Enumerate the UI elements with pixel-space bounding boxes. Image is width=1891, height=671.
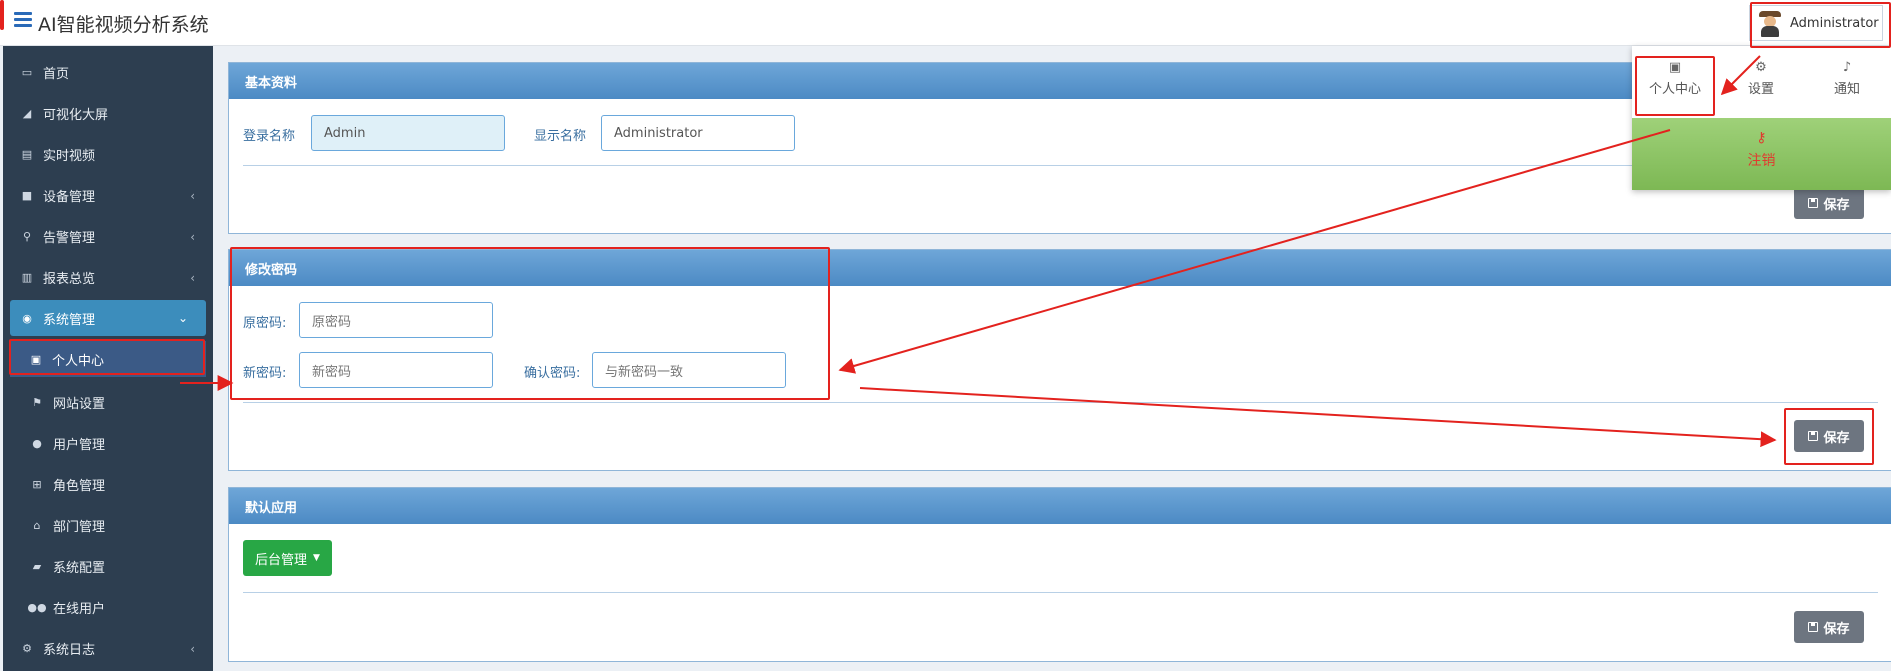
save-basic-button[interactable]: 保存 bbox=[1794, 187, 1864, 219]
chevron-down-icon: ⌄ bbox=[177, 311, 188, 325]
bar-chart-icon: ▥ bbox=[21, 271, 33, 284]
film-icon: ▤ bbox=[21, 148, 33, 161]
floppy-icon bbox=[1808, 431, 1819, 441]
panel-title: 默认应用 bbox=[229, 488, 1891, 524]
flag-icon: ⚑ bbox=[32, 396, 42, 409]
chevron-left-icon: ‹ bbox=[190, 188, 195, 203]
login-name-field[interactable]: Admin bbox=[311, 115, 505, 151]
default-app-dropdown[interactable]: 后台管理 ▼ bbox=[243, 540, 332, 576]
old-password-field[interactable]: 原密码 bbox=[299, 302, 493, 338]
divider bbox=[243, 402, 1878, 403]
sidebar-item-live-video[interactable]: ▤ 实时视频 bbox=[3, 134, 213, 175]
institution-icon: ⌂ bbox=[33, 519, 41, 532]
confirm-password-field[interactable]: 与新密码一致 bbox=[592, 352, 786, 388]
change-password-panel: 修改密码 原密码: 原密码 新密码: 新密码 确认密码: 与新密码一致 保存 bbox=[228, 249, 1891, 471]
gear-icon: ⚙ bbox=[1755, 60, 1767, 75]
panel-title: 修改密码 bbox=[229, 250, 1891, 286]
app-title: AI智能视频分析系统 bbox=[38, 14, 209, 36]
new-password-label: 新密码: bbox=[243, 366, 287, 381]
sidebar-item-online-users[interactable]: ●● 在线用户 bbox=[3, 587, 213, 628]
dropdown-notify[interactable]: ♪ 通知 bbox=[1804, 60, 1890, 100]
sidebar-item-home[interactable]: ▭ 首页 bbox=[3, 52, 213, 93]
top-navbar: AI智能视频分析系统 Administrator bbox=[0, 0, 1891, 46]
default-app-panel: 默认应用 后台管理 ▼ 保存 bbox=[228, 487, 1891, 662]
sidebar-item-config[interactable]: ▰ 系统配置 bbox=[3, 546, 213, 587]
sidebar-item-alarm[interactable]: ⚲ 告警管理 ‹ bbox=[3, 216, 213, 257]
monitor-icon: ▭ bbox=[21, 66, 33, 79]
dropdown-profile[interactable]: ▣ 个人中心 bbox=[1632, 60, 1718, 100]
user-icon: ● bbox=[32, 437, 42, 450]
sidebar-item-departments[interactable]: ⌂ 部门管理 bbox=[3, 505, 213, 546]
chevron-left-icon: ‹ bbox=[190, 270, 195, 285]
sidebar-item-roles[interactable]: ⊞ 角色管理 bbox=[3, 464, 213, 505]
logout-button[interactable]: ⚷ 注销 bbox=[1632, 118, 1891, 190]
area-chart-icon: ◢ bbox=[22, 107, 32, 120]
old-password-label: 原密码: bbox=[243, 316, 287, 331]
avatar bbox=[1758, 9, 1782, 37]
chevron-left-icon: ‹ bbox=[190, 229, 195, 244]
new-password-field[interactable]: 新密码 bbox=[299, 352, 493, 388]
users-icon: ●● bbox=[27, 601, 47, 614]
sidebar-item-site-settings[interactable]: ⚑ 网站设置 bbox=[3, 382, 213, 423]
user-menu-button[interactable]: Administrator bbox=[1749, 5, 1883, 41]
hamburger-menu-icon[interactable] bbox=[14, 12, 32, 28]
sidebar-item-logs[interactable]: ⚙ 系统日志 ‹ bbox=[3, 628, 213, 669]
sidebar-item-dashboard[interactable]: ◢ 可视化大屏 bbox=[3, 93, 213, 134]
user-dropdown-menu: ▣ 个人中心 ⚙ 设置 ♪ 通知 ⚷ 注销 bbox=[1632, 46, 1891, 190]
video-camera-icon: ■ bbox=[21, 189, 33, 202]
sidebar-item-system[interactable]: ◉ 系统管理 ⌄ bbox=[10, 300, 206, 336]
briefcase-icon: ▣ bbox=[1668, 60, 1682, 75]
sidebar-item-report[interactable]: ▥ 报表总览 ‹ bbox=[3, 257, 213, 298]
cogs-icon: ⚙ bbox=[22, 642, 32, 655]
user-name: Administrator bbox=[1790, 15, 1879, 31]
login-name-label: 登录名称 bbox=[243, 129, 296, 144]
sidebar-item-profile[interactable]: ▣ 个人中心 bbox=[10, 341, 206, 377]
caret-down-icon: ▼ bbox=[313, 553, 320, 563]
sitemap-icon: ⊞ bbox=[32, 478, 42, 491]
sidebar-item-device[interactable]: ■ 设备管理 ‹ bbox=[3, 175, 213, 216]
sidebar: ▭ 首页 ◢ 可视化大屏 ▤ 实时视频 ■ 设备管理 ‹ ⚲ 告警管理 ‹ ▥ 报表总览 ‹ ◉ 系… bbox=[3, 46, 213, 671]
user-circle-icon: ◉ bbox=[22, 311, 32, 325]
display-name-label: 显示名称 bbox=[534, 129, 587, 144]
key-icon: ⚷ bbox=[1756, 130, 1767, 146]
search-icon: ⚲ bbox=[22, 230, 32, 243]
chevron-left-icon: ‹ bbox=[190, 641, 195, 656]
divider bbox=[243, 592, 1878, 593]
briefcase-icon: ▣ bbox=[30, 352, 42, 366]
dropdown-settings[interactable]: ⚙ 设置 bbox=[1718, 60, 1804, 100]
confirm-password-label: 确认密码: bbox=[524, 366, 581, 381]
floppy-icon bbox=[1808, 622, 1819, 632]
save-password-button[interactable]: 保存 bbox=[1794, 420, 1864, 452]
book-icon: ▰ bbox=[32, 560, 42, 573]
save-default-app-button[interactable]: 保存 bbox=[1794, 611, 1864, 643]
sidebar-item-users[interactable]: ● 用户管理 bbox=[3, 423, 213, 464]
display-name-field[interactable]: Administrator bbox=[601, 115, 795, 151]
bell-icon: ♪ bbox=[1842, 60, 1852, 75]
floppy-icon bbox=[1808, 198, 1819, 208]
